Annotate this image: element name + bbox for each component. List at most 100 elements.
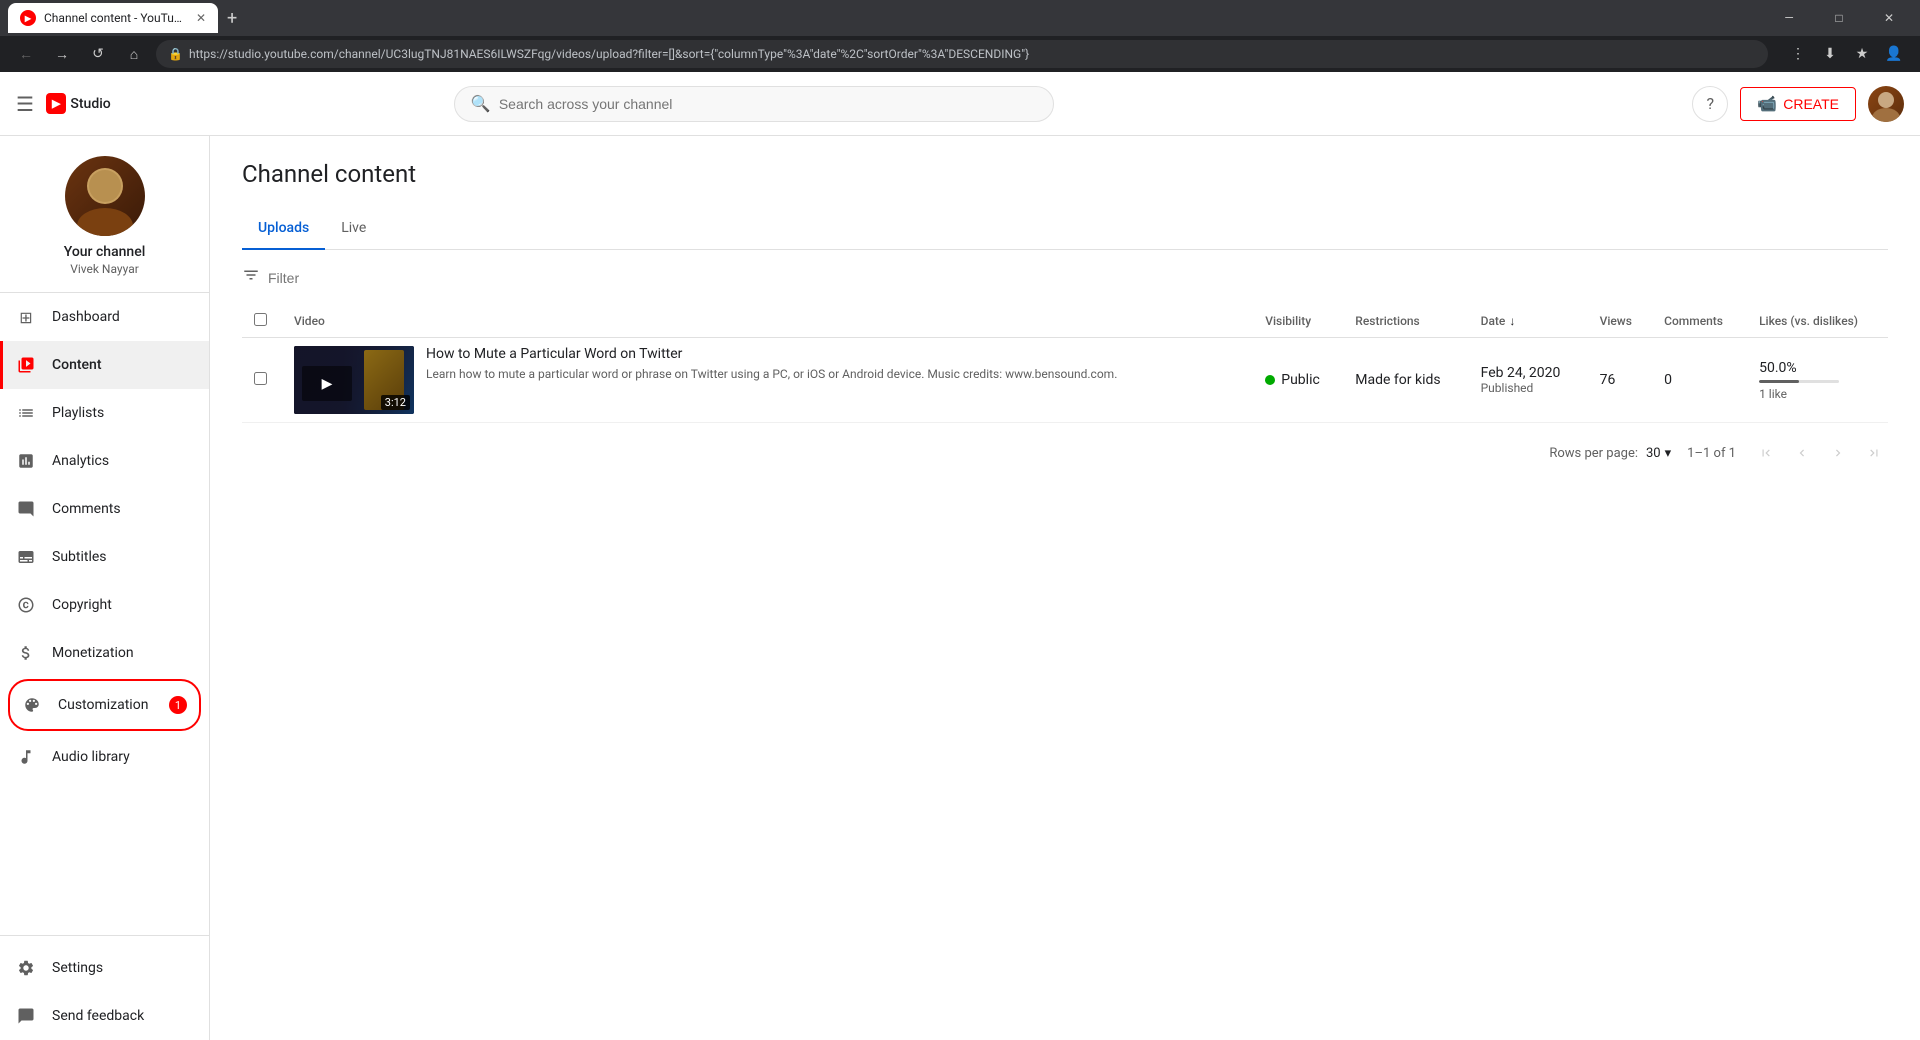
- next-page-button[interactable]: [1824, 439, 1852, 467]
- lock-icon: 🔒: [168, 47, 183, 61]
- home-button[interactable]: ⌂: [120, 40, 148, 68]
- video-title[interactable]: How to Mute a Particular Word on Twitter: [426, 346, 1117, 362]
- maximize-button[interactable]: □: [1816, 0, 1862, 36]
- table-header-row: Video Visibility Restrictions Date ↓ Vie…: [242, 305, 1888, 338]
- sidebar-item-feedback[interactable]: Send feedback: [0, 992, 209, 1040]
- active-tab[interactable]: ▶ Channel content - YouTube St... ✕: [8, 3, 218, 33]
- row-date-cell: Feb 24, 2020 Published: [1469, 338, 1588, 423]
- select-all-checkbox[interactable]: [254, 313, 267, 326]
- th-date[interactable]: Date ↓: [1469, 305, 1588, 338]
- row-views-cell: 76: [1588, 338, 1653, 423]
- forward-button[interactable]: →: [48, 40, 76, 68]
- profile-button[interactable]: 👤: [1880, 40, 1908, 68]
- channel-avatar[interactable]: [65, 156, 145, 236]
- comments-icon: [16, 499, 36, 519]
- sidebar-item-customization[interactable]: Customization 1: [10, 681, 199, 729]
- page-info: 1–1 of 1: [1687, 446, 1736, 461]
- date-value: Feb 24, 2020: [1481, 365, 1576, 381]
- row-visibility-cell: Public: [1253, 338, 1343, 423]
- help-button[interactable]: ?: [1692, 86, 1728, 122]
- bookmark-button[interactable]: ★: [1848, 40, 1876, 68]
- sidebar-item-playlists-label: Playlists: [52, 405, 104, 421]
- app-layout: ☰ ▶ Studio 🔍 ? 📹 CREATE: [0, 72, 1920, 1040]
- menu-icon[interactable]: ☰: [16, 92, 34, 116]
- sidebar-item-analytics-label: Analytics: [52, 453, 109, 469]
- rows-per-page-value: 30: [1646, 446, 1661, 461]
- sidebar-item-monetization[interactable]: Monetization: [0, 629, 209, 677]
- tab-live[interactable]: Live: [325, 208, 382, 250]
- sidebar-item-settings-label: Settings: [52, 960, 103, 976]
- sidebar-item-playlists[interactable]: Playlists: [0, 389, 209, 437]
- rows-per-page-select[interactable]: 30 ▾: [1646, 446, 1671, 461]
- create-button[interactable]: 📹 CREATE: [1740, 87, 1856, 121]
- minimize-button[interactable]: —: [1766, 0, 1812, 36]
- customization-highlight: Customization 1: [8, 679, 201, 731]
- sidebar-item-audio[interactable]: Audio library: [0, 733, 209, 781]
- filter-icon[interactable]: [242, 266, 260, 289]
- search-box[interactable]: 🔍: [454, 86, 1054, 122]
- back-button[interactable]: ←: [12, 40, 40, 68]
- tab-uploads[interactable]: Uploads: [242, 208, 325, 250]
- visibility-dot: [1265, 375, 1275, 385]
- th-visibility: Visibility: [1253, 305, 1343, 338]
- search-input[interactable]: [499, 96, 1037, 112]
- likes-bar: [1759, 380, 1839, 383]
- views-value: 76: [1600, 372, 1616, 388]
- sidebar-item-subtitles[interactable]: Subtitles: [0, 533, 209, 581]
- comments-value: 0: [1664, 372, 1672, 388]
- th-select-all[interactable]: [242, 305, 282, 338]
- th-views: Views: [1588, 305, 1653, 338]
- close-button[interactable]: ✕: [1866, 0, 1912, 36]
- video-description: Learn how to mute a particular word or p…: [426, 366, 1117, 383]
- settings-icon: [16, 958, 36, 978]
- sidebar-item-dashboard-label: Dashboard: [52, 309, 120, 325]
- yt-logo-icon: ▶: [46, 93, 66, 114]
- first-page-button[interactable]: [1752, 439, 1780, 467]
- sidebar-item-content-label: Content: [52, 357, 102, 373]
- monetization-icon: [16, 643, 36, 663]
- sidebar-item-comments[interactable]: Comments: [0, 485, 209, 533]
- row-checkbox[interactable]: [254, 372, 267, 385]
- row-checkbox-cell[interactable]: [242, 338, 282, 423]
- close-tab-icon[interactable]: ✕: [196, 11, 206, 25]
- audio-icon: [16, 747, 36, 767]
- sidebar-item-settings[interactable]: Settings: [0, 944, 209, 992]
- channel-username: Vivek Nayyar: [70, 262, 139, 276]
- favicon: ▶: [20, 10, 36, 26]
- help-icon: ?: [1707, 94, 1715, 113]
- thumbnail-duration: 3:12: [381, 395, 410, 410]
- rows-per-page-label: Rows per page:: [1549, 446, 1638, 461]
- video-details: How to Mute a Particular Word on Twitter…: [426, 346, 1117, 383]
- last-page-button[interactable]: [1860, 439, 1888, 467]
- window-controls: — □ ✕: [1766, 0, 1912, 36]
- topbar-actions: ? 📹 CREATE: [1692, 86, 1904, 122]
- sidebar-item-content[interactable]: Content: [0, 341, 209, 389]
- video-thumbnail[interactable]: ▶ 3:12: [294, 346, 414, 414]
- extensions-button[interactable]: ⋮: [1784, 40, 1812, 68]
- filter-input[interactable]: [268, 270, 1888, 286]
- th-likes: Likes (vs. dislikes): [1747, 305, 1888, 338]
- avatar[interactable]: [1868, 86, 1904, 122]
- row-video-cell: ▶ 3:12 How to Mute a Particular Word on …: [282, 338, 1253, 423]
- thumb-preview: ▶: [302, 366, 352, 401]
- playlists-icon: [16, 403, 36, 423]
- new-tab-button[interactable]: +: [218, 4, 246, 32]
- refresh-button[interactable]: ↺: [84, 40, 112, 68]
- sidebar-item-audio-label: Audio library: [52, 749, 130, 765]
- table-body: ▶ 3:12 How to Mute a Particular Word on …: [242, 338, 1888, 423]
- feedback-icon: [16, 1006, 36, 1026]
- download-button[interactable]: ⬇: [1816, 40, 1844, 68]
- th-restrictions: Restrictions: [1343, 305, 1468, 338]
- url-text: https://studio.youtube.com/channel/UC3lu…: [189, 47, 1029, 61]
- search-icon: 🔍: [471, 94, 491, 113]
- yt-logo: ▶ Studio: [46, 93, 111, 114]
- th-comments: Comments: [1652, 305, 1747, 338]
- address-input[interactable]: 🔒 https://studio.youtube.com/channel/UC3…: [156, 40, 1768, 68]
- sidebar-item-analytics[interactable]: Analytics: [0, 437, 209, 485]
- topbar: ☰ ▶ Studio 🔍 ? 📹 CREATE: [0, 72, 1920, 136]
- visibility-badge: Public: [1265, 372, 1331, 388]
- prev-page-button[interactable]: [1788, 439, 1816, 467]
- create-label: CREATE: [1783, 96, 1839, 112]
- sidebar-item-copyright[interactable]: Copyright: [0, 581, 209, 629]
- sidebar-item-dashboard[interactable]: ⊞ Dashboard: [0, 293, 209, 341]
